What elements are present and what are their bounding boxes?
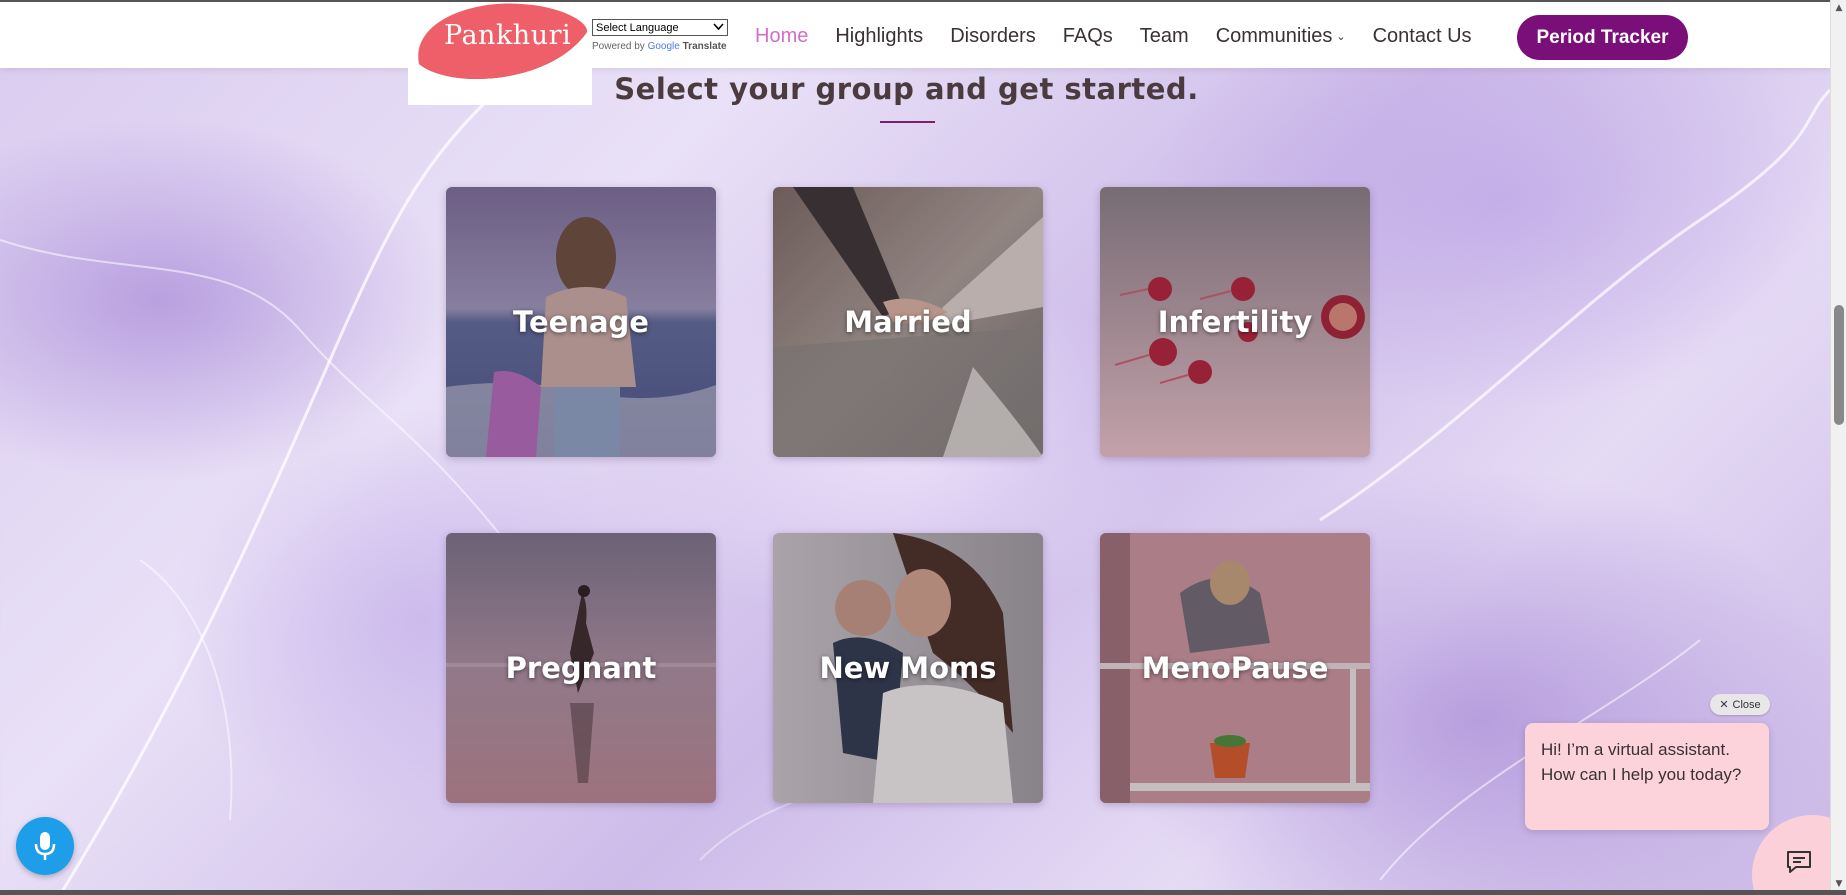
powered-by-text: Powered by	[592, 41, 645, 52]
scroll-down-arrow-icon[interactable]: ▼	[1834, 879, 1844, 889]
nav-communities-label: Communities	[1215, 25, 1333, 47]
nav-home[interactable]: Home	[755, 25, 808, 48]
group-card-menopause[interactable]: MenoPause	[1100, 533, 1370, 803]
title-underline	[880, 121, 935, 123]
nav-team[interactable]: Team	[1140, 25, 1189, 48]
site-header: Pankhuri Select Language Powered by Goog…	[0, 0, 1830, 105]
nav-disorders[interactable]: Disorders	[950, 25, 1036, 48]
main-nav: Home Highlights Disorders FAQs Team Comm…	[755, 25, 1499, 48]
group-label: Teenage	[513, 305, 649, 339]
nav-faqs[interactable]: FAQs	[1063, 25, 1113, 48]
language-select-label: Select Language	[596, 21, 679, 34]
chevron-down-icon	[713, 22, 724, 34]
group-card-married[interactable]: Married	[773, 187, 1043, 457]
nav-highlights[interactable]: Highlights	[835, 25, 923, 48]
section-title: Select your group and get started.	[614, 72, 1199, 106]
language-select[interactable]: Select Language	[592, 19, 728, 36]
group-card-teenage[interactable]: Teenage	[446, 187, 716, 457]
google-translate-widget: Select Language Powered by Google Transl…	[592, 19, 732, 52]
page-scrollbar[interactable]: ▲ ▼	[1830, 0, 1846, 895]
group-label: Married	[844, 305, 972, 339]
microphone-icon	[34, 832, 56, 860]
group-card-infertility[interactable]: Infertility	[1100, 187, 1370, 457]
period-tracker-button[interactable]: Period Tracker	[1517, 15, 1688, 60]
group-card-pregnant[interactable]: Pregnant	[446, 533, 716, 803]
close-icon: ✕	[1719, 699, 1729, 711]
chat-close-button[interactable]: ✕ Close	[1710, 694, 1770, 715]
chat-greeting-text: Hi! I’m a virtual assistant. How can I h…	[1541, 740, 1742, 784]
group-label: MenoPause	[1141, 651, 1329, 685]
translate-word: Translate	[682, 41, 727, 52]
chat-close-label: Close	[1732, 698, 1761, 711]
nav-contact-us[interactable]: Contact Us	[1373, 25, 1472, 48]
voice-search-button[interactable]	[16, 817, 74, 875]
powered-by-google: Powered by Google Translate	[592, 41, 732, 52]
logo-text: Pankhuri	[444, 20, 572, 51]
chevron-down-icon: ⌄	[1336, 31, 1346, 44]
scroll-thumb[interactable]	[1834, 305, 1844, 425]
group-label: Pregnant	[505, 651, 657, 685]
chat-greeting-bubble[interactable]: Hi! I’m a virtual assistant. How can I h…	[1525, 723, 1769, 830]
scroll-up-arrow-icon[interactable]: ▲	[1834, 3, 1844, 13]
nav-communities[interactable]: Communities ⌄	[1216, 25, 1346, 48]
window-bottom-edge	[0, 890, 1846, 895]
group-label: New Moms	[819, 651, 997, 685]
group-card-new-moms[interactable]: New Moms	[773, 533, 1043, 803]
group-label: Infertility	[1157, 305, 1313, 339]
google-logo-text: Google	[647, 41, 680, 52]
chat-icon[interactable]	[1786, 850, 1812, 878]
